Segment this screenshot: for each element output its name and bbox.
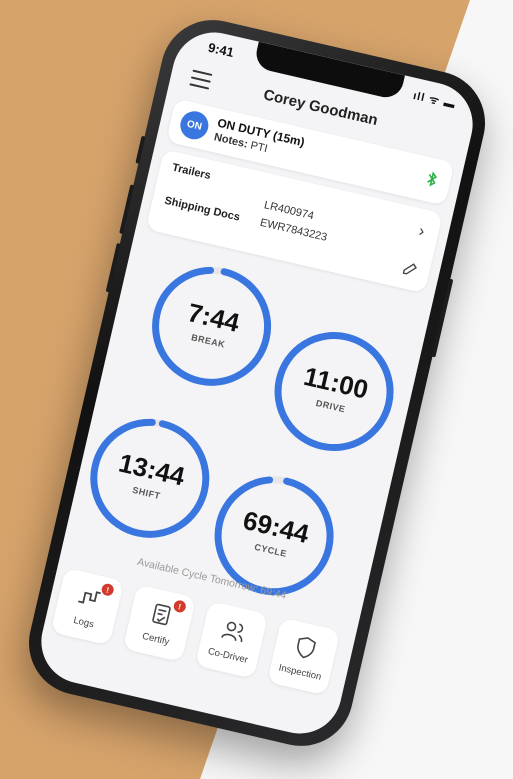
edit-pencil-icon[interactable]	[400, 260, 419, 279]
tab-logs-label: Logs	[72, 614, 95, 631]
tab-inspection[interactable]: Inspection	[267, 617, 341, 696]
bluetooth-icon	[424, 170, 440, 191]
drive-timer[interactable]: 11:00 DRIVE	[260, 317, 409, 466]
chevron-right-icon[interactable]: ›	[417, 223, 426, 242]
shipping-docs-label: Shipping Docs	[163, 194, 242, 224]
tab-certify-label: Certify	[141, 630, 171, 648]
co-driver-users-icon	[202, 613, 266, 650]
notes-value: PTI	[249, 139, 269, 156]
clock: 9:41	[206, 39, 236, 61]
system-icons: ıll ᯤ ▬	[411, 89, 457, 112]
tab-inspection-label: Inspection	[277, 662, 323, 683]
break-timer[interactable]: 7:44 BREAK	[137, 252, 286, 401]
trailers-label: Trailers	[170, 161, 212, 183]
tab-co-driver-label: Co-Driver	[206, 646, 249, 666]
shipping-docs-row: Shipping Docs EWR7843223	[163, 194, 421, 254]
tab-logs[interactable]: ! Logs	[50, 567, 125, 646]
inspection-shield-icon	[274, 629, 338, 666]
tab-certify[interactable]: ! Certify	[122, 584, 197, 663]
shipping-docs-value: EWR7843223	[258, 216, 329, 244]
on-duty-badge: ON	[177, 108, 212, 143]
tab-co-driver[interactable]: Co-Driver	[194, 600, 269, 679]
shift-timer[interactable]: 13:44 SHIFT	[75, 404, 224, 553]
